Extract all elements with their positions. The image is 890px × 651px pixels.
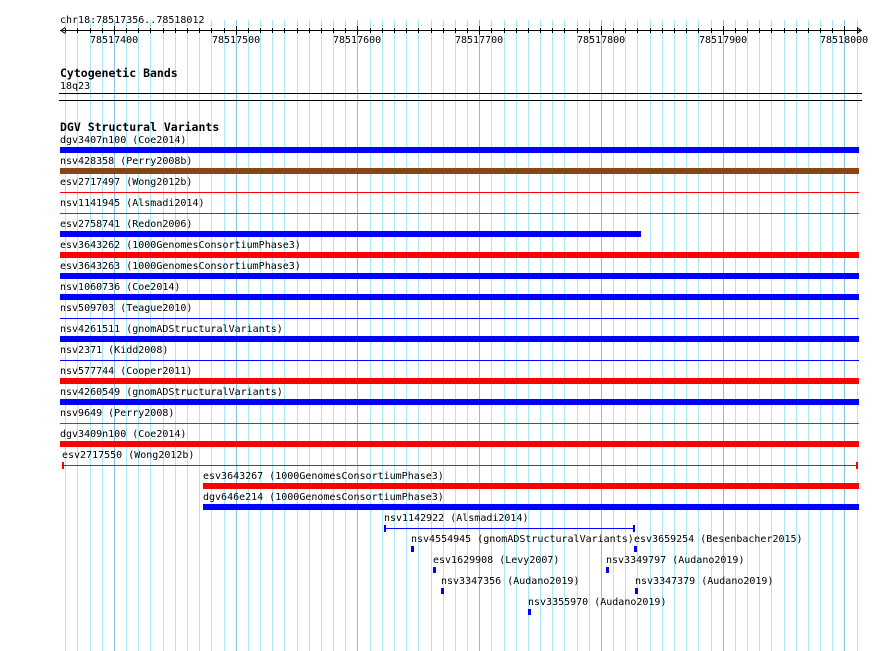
sv-feature-bar[interactable] <box>411 546 414 552</box>
sv-feature-label[interactable]: nsv3349797 (Audano2019) <box>606 555 744 566</box>
sv-feature-label[interactable]: nsv428358 (Perry2008b) <box>60 156 192 167</box>
sv-feature-label[interactable]: nsv1060736 (Coe2014) <box>60 282 180 293</box>
sv-feature-end-cap <box>633 525 635 532</box>
sv-feature-label[interactable]: nsv9649 (Perry2008) <box>60 408 174 419</box>
sv-feature-label[interactable]: nsv4260549 (gnomADStructuralVariants) <box>60 387 283 398</box>
sv-feature-label[interactable]: nsv1142922 (Alsmadi2014) <box>384 513 529 524</box>
sv-feature-label[interactable]: dgv3407n100 (Coe2014) <box>60 135 186 146</box>
sv-feature-label[interactable]: nsv1141945 (Alsmadi2014) <box>60 198 205 209</box>
sv-feature-label[interactable]: esv1629908 (Levy2007) <box>433 555 559 566</box>
sv-feature-bar[interactable] <box>60 378 859 384</box>
sv-feature-bar[interactable] <box>528 609 531 615</box>
sv-feature-label[interactable]: nsv509703 (Teague2010) <box>60 303 192 314</box>
sv-feature-line[interactable] <box>60 423 859 424</box>
sv-feature-bar[interactable] <box>60 231 641 237</box>
sv-feature-label[interactable]: nsv3355970 (Audano2019) <box>528 597 666 608</box>
sv-feature-label[interactable]: dgv646e214 (1000GenomesConsortiumPhase3) <box>203 492 444 503</box>
sv-feature-bar[interactable] <box>60 399 859 405</box>
sv-feature-label[interactable]: nsv3347379 (Audano2019) <box>635 576 773 587</box>
sv-feature-label[interactable]: nsv577744 (Cooper2011) <box>60 366 192 377</box>
sv-feature-label[interactable]: esv3659254 (Besenbacher2015) <box>634 534 803 545</box>
sv-feature-end-cap <box>856 462 858 469</box>
sv-feature-label[interactable]: esv2758741 (Redon2006) <box>60 219 192 230</box>
sv-feature-line[interactable] <box>62 465 858 466</box>
sv-feature-bar[interactable] <box>441 588 444 594</box>
sv-feature-bar[interactable] <box>60 336 859 342</box>
sv-feature-bar[interactable] <box>203 483 859 489</box>
sv-feature-label[interactable]: nsv3347356 (Audano2019) <box>441 576 579 587</box>
sv-feature-bar[interactable] <box>60 441 859 447</box>
sv-feature-bar[interactable] <box>60 294 859 300</box>
sv-feature-line[interactable] <box>60 360 859 361</box>
sv-feature-end-cap <box>384 525 386 532</box>
sv-feature-bar[interactable] <box>635 588 638 594</box>
sv-feature-label[interactable]: esv3643263 (1000GenomesConsortiumPhase3) <box>60 261 301 272</box>
sv-feature-label[interactable]: esv3643267 (1000GenomesConsortiumPhase3) <box>203 471 444 482</box>
sv-feature-label[interactable]: esv2717497 (Wong2012b) <box>60 177 192 188</box>
sv-feature-bar[interactable] <box>634 546 637 552</box>
dgv-features: dgv3407n100 (Coe2014) nsv428358 (Perry200… <box>0 0 890 651</box>
sv-feature-bar[interactable] <box>60 168 859 174</box>
sv-feature-bar[interactable] <box>606 567 609 573</box>
sv-feature-bar[interactable] <box>203 504 859 510</box>
sv-feature-bar[interactable] <box>60 147 859 153</box>
sv-feature-bar[interactable] <box>60 252 859 258</box>
sv-feature-label[interactable]: esv3643262 (1000GenomesConsortiumPhase3) <box>60 240 301 251</box>
sv-feature-label[interactable]: esv2717550 (Wong2012b) <box>62 450 194 461</box>
sv-feature-bar[interactable] <box>60 273 859 279</box>
sv-feature-bar[interactable] <box>433 567 436 573</box>
sv-feature-label[interactable]: nsv4554945 (gnomADStructuralVariants) <box>411 534 634 545</box>
sv-feature-end-cap <box>62 462 64 469</box>
sv-feature-line[interactable] <box>384 528 635 529</box>
sv-feature-label[interactable]: nsv2371 (Kidd2008) <box>60 345 168 356</box>
sv-feature-line[interactable] <box>60 318 859 319</box>
sv-feature-label[interactable]: nsv4261511 (gnomADStructuralVariants) <box>60 324 283 335</box>
sv-feature-label[interactable]: dgv3409n100 (Coe2014) <box>60 429 186 440</box>
sv-feature-line[interactable] <box>60 192 859 193</box>
sv-feature-line[interactable] <box>60 213 859 214</box>
